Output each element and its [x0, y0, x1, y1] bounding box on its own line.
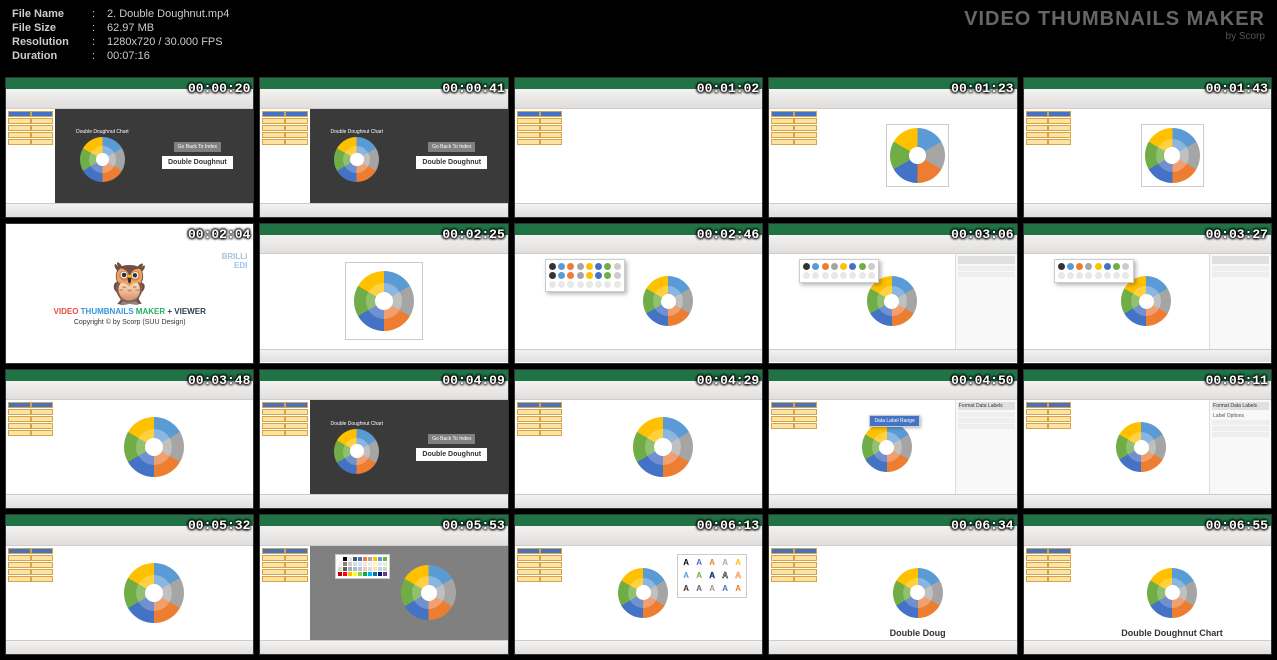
chart-object[interactable] — [401, 565, 456, 620]
owl-icon: 🦉 — [105, 260, 155, 307]
timestamp: 00:01:02 — [697, 81, 759, 96]
chart-type-label: Double Doughnut — [416, 156, 487, 169]
filename-value: 2. Double Doughnut.mp4 — [107, 8, 229, 20]
chart-object[interactable] — [886, 124, 949, 187]
go-back-button[interactable]: Go Back To Index — [428, 434, 475, 444]
thumbnail-logo[interactable]: 00:02:04 BRILLIEDI 🦉 VIDEO THUMBNAILS MA… — [5, 223, 254, 364]
timestamp: 00:01:23 — [951, 81, 1013, 96]
timestamp: 00:04:50 — [951, 373, 1013, 388]
timestamp: 00:03:06 — [951, 227, 1013, 242]
timestamp: 00:00:41 — [442, 81, 504, 96]
timestamp: 00:05:11 — [1206, 373, 1268, 388]
thumbnail[interactable]: 00:06:55 Double Doughnut Chart — [1023, 514, 1272, 655]
timestamp: 00:02:46 — [697, 227, 759, 242]
chart-object[interactable] — [124, 417, 184, 477]
timestamp: 00:04:29 — [697, 373, 759, 388]
timestamp: 00:00:20 — [188, 81, 250, 96]
format-pane[interactable]: Format Data Labels — [955, 400, 1017, 494]
format-pane[interactable]: Format Data LabelsLabel Options — [1209, 400, 1271, 494]
excel-cells[interactable] — [564, 109, 762, 203]
chart-object[interactable] — [618, 568, 668, 618]
filename-label: File Name — [12, 8, 92, 20]
thumbnail[interactable]: 00:02:25 — [259, 223, 508, 364]
chart-type-label: Double Doughnut — [416, 448, 487, 461]
chart-type-label: Double Doughnut — [162, 156, 233, 169]
timestamp: 00:06:34 — [951, 518, 1013, 533]
thumbnail[interactable]: 00:01:43 — [1023, 77, 1272, 218]
format-pane[interactable] — [955, 254, 1017, 348]
thumbnail[interactable]: 00:04:09 Double Doughnut Chart Go Back T… — [259, 369, 508, 510]
chart-style-picker[interactable] — [799, 259, 879, 283]
chart-object[interactable] — [1147, 568, 1197, 618]
color-picker[interactable] — [335, 554, 390, 579]
resolution-value: 1280x720 / 30.000 FPS — [107, 36, 223, 48]
thumbnail[interactable]: 00:03:27 — [1023, 223, 1272, 364]
thumbnail[interactable]: 00:04:29 — [514, 369, 763, 510]
header: File Name : 2. Double Doughnut.mp4 File … — [0, 0, 1277, 72]
watermark-subtitle: by Scorp — [964, 31, 1265, 42]
thumbnail[interactable]: 00:01:02 — [514, 77, 763, 218]
filesize-label: File Size — [12, 22, 92, 34]
chart-object[interactable] — [893, 568, 943, 618]
timestamp: 00:06:55 — [1206, 518, 1268, 533]
chart-object[interactable] — [867, 276, 917, 326]
thumbnail[interactable]: 00:00:41 Double Doughnut Chart Go Back T… — [259, 77, 508, 218]
thumbnail[interactable]: 00:05:11 Format Data LabelsLabel Options — [1023, 369, 1272, 510]
chart-title-text[interactable]: Double Doug — [890, 628, 946, 638]
thumbnail[interactable]: 00:06:34 Double Doug — [768, 514, 1017, 655]
resolution-label: Resolution — [12, 36, 92, 48]
duration-label: Duration — [12, 50, 92, 62]
thumbnail[interactable]: 00:01:23 — [768, 77, 1017, 218]
chart-object[interactable] — [1116, 422, 1166, 472]
thumbnail[interactable]: 00:03:48 — [5, 369, 254, 510]
chart-object[interactable] — [345, 262, 423, 340]
chart-style-picker[interactable] — [1054, 259, 1134, 283]
timestamp: 00:05:53 — [442, 518, 504, 533]
go-back-button[interactable]: Go Back To Index — [428, 142, 475, 152]
thumbnail[interactable]: 00:00:20 Double Doughnut Chart Go Back T… — [5, 77, 254, 218]
timestamp: 00:01:43 — [1206, 81, 1268, 96]
filesize-value: 62.97 MB — [107, 22, 154, 34]
timestamp: 00:03:48 — [188, 373, 250, 388]
watermark: VIDEO THUMBNAILS MAKER by Scorp — [964, 8, 1265, 64]
watermark-title: VIDEO THUMBNAILS MAKER — [964, 8, 1265, 31]
format-pane[interactable] — [1209, 254, 1271, 348]
thumbnail[interactable]: 00:05:32 — [5, 514, 254, 655]
chart-style-picker[interactable] — [545, 259, 625, 292]
chart-object[interactable] — [1141, 124, 1204, 187]
timestamp: 00:06:13 — [697, 518, 759, 533]
wordart-picker[interactable]: AAAAA AAAAA AAAAA — [677, 554, 747, 598]
file-metadata: File Name : 2. Double Doughnut.mp4 File … — [12, 8, 229, 64]
timestamp: 00:03:27 — [1206, 227, 1268, 242]
thumbnail-grid: 00:00:20 Double Doughnut Chart Go Back T… — [0, 72, 1277, 660]
duration-value: 00:07:16 — [107, 50, 150, 62]
timestamp: 00:05:32 — [188, 518, 250, 533]
logo-text: VIDEO THUMBNAILS MAKER + VIEWER — [54, 307, 206, 316]
thumbnail[interactable]: 00:06:13 AAAAA AAAAA AAAAA — [514, 514, 763, 655]
go-back-button[interactable]: Go Back To Index — [174, 142, 221, 152]
thumbnail[interactable]: 00:03:06 — [768, 223, 1017, 364]
chart-object[interactable] — [633, 417, 693, 477]
thumbnail[interactable]: 00:05:53 — [259, 514, 508, 655]
chart-object[interactable] — [643, 276, 693, 326]
thumbnail[interactable]: 00:04:50 Data Label Range Format Data La… — [768, 369, 1017, 510]
chart-title-text[interactable]: Double Doughnut Chart — [1121, 628, 1222, 638]
timestamp: 00:04:09 — [442, 373, 504, 388]
copyright: Copyright © by Scorp (SUU Design) — [74, 319, 186, 326]
timestamp: 00:02:04 — [188, 227, 250, 242]
chart-object[interactable] — [124, 563, 184, 623]
timestamp: 00:02:25 — [442, 227, 504, 242]
chart-object[interactable] — [862, 422, 912, 472]
chart-object[interactable] — [1121, 276, 1171, 326]
thumbnail[interactable]: 00:02:46 — [514, 223, 763, 364]
data-label-dialog[interactable]: Data Label Range — [869, 415, 919, 427]
